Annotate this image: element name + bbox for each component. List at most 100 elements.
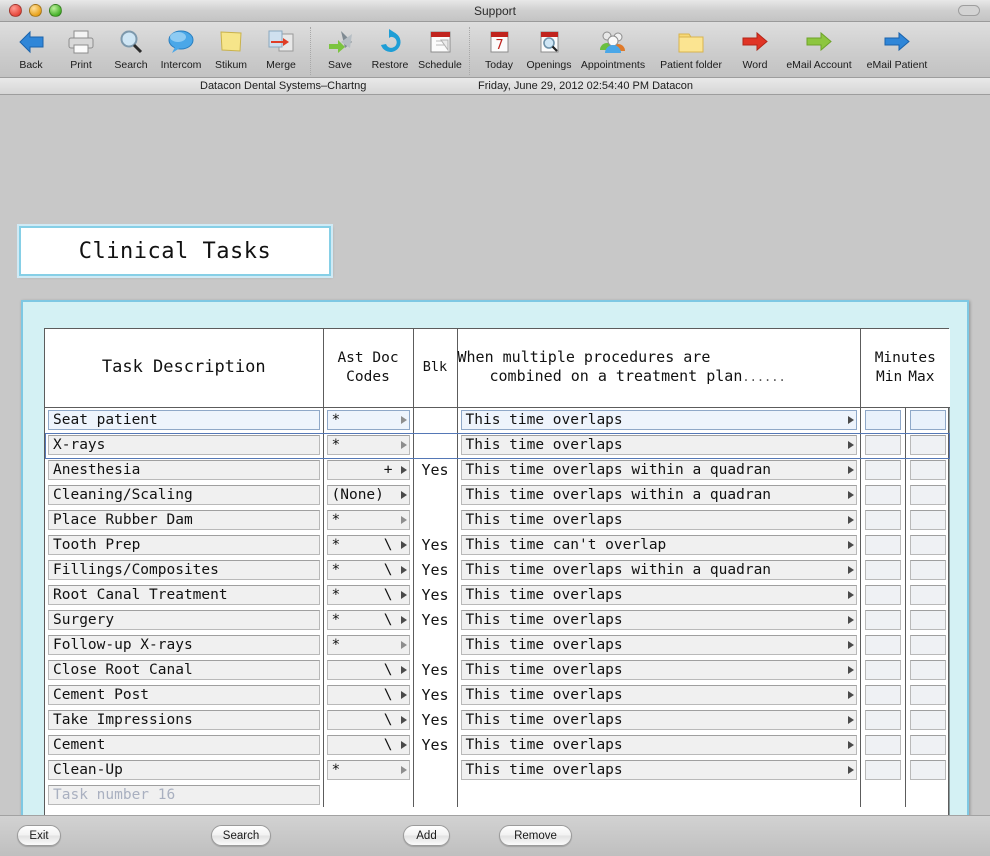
- new-task-row[interactable]: Task number 16: [45, 782, 950, 807]
- minutes-max-input[interactable]: [910, 610, 947, 630]
- ast-doc-codes-select[interactable]: \: [327, 735, 410, 755]
- minutes-max-input[interactable]: [910, 410, 947, 430]
- task-description-input[interactable]: Root Canal Treatment: [48, 585, 320, 605]
- ast-doc-codes-select[interactable]: *: [327, 635, 410, 655]
- cell-blk[interactable]: Yes: [413, 557, 457, 582]
- minutes-min-input[interactable]: [865, 635, 901, 655]
- minutes-min-input[interactable]: [865, 560, 901, 580]
- toolbar-toggle-button[interactable]: [958, 5, 980, 16]
- minutes-min-input[interactable]: [865, 485, 901, 505]
- toolbar-button-appointments[interactable]: Appointments: [574, 25, 652, 71]
- ast-doc-codes-select[interactable]: \: [327, 710, 410, 730]
- when-combined-select[interactable]: This time overlaps: [461, 435, 857, 455]
- when-combined-select[interactable]: This time overlaps: [461, 660, 857, 680]
- table-row[interactable]: Surgery*\YesThis time overlaps: [45, 607, 950, 632]
- minutes-min-input[interactable]: [865, 460, 901, 480]
- task-description-input[interactable]: Cement: [48, 735, 320, 755]
- when-combined-select[interactable]: This time overlaps: [461, 585, 857, 605]
- when-combined-select[interactable]: This time overlaps: [461, 635, 857, 655]
- toolbar-button-save[interactable]: Save: [315, 25, 365, 71]
- cell-blk[interactable]: [413, 432, 457, 457]
- minutes-min-input[interactable]: [865, 585, 901, 605]
- ast-doc-codes-select[interactable]: *\: [327, 610, 410, 630]
- toolbar-button-patient-folder[interactable]: Patient folder: [652, 25, 730, 71]
- search-button[interactable]: Search: [211, 825, 271, 846]
- toolbar-button-search[interactable]: Search: [106, 25, 156, 71]
- task-description-input[interactable]: Clean-Up: [48, 760, 320, 780]
- when-combined-select[interactable]: This time overlaps: [461, 710, 857, 730]
- toolbar-button-email-account[interactable]: eMail Account: [780, 25, 858, 71]
- toolbar-button-restore[interactable]: Restore: [365, 25, 415, 71]
- minutes-max-input[interactable]: [910, 510, 947, 530]
- cell-blk[interactable]: Yes: [413, 607, 457, 632]
- minutes-max-input[interactable]: [910, 585, 947, 605]
- exit-button[interactable]: Exit: [17, 825, 61, 846]
- table-row[interactable]: Place Rubber Dam*This time overlaps: [45, 507, 950, 532]
- table-row[interactable]: Close Root Canal \YesThis time overlaps: [45, 657, 950, 682]
- toolbar-button-email-patient[interactable]: eMail Patient: [858, 25, 936, 71]
- minutes-max-input[interactable]: [910, 735, 947, 755]
- toolbar-button-schedule[interactable]: Schedule: [415, 25, 465, 71]
- table-row[interactable]: Tooth Prep*\YesThis time can't overlap: [45, 532, 950, 557]
- table-row[interactable]: Cleaning/Scaling (None) This time overlaps…: [45, 482, 950, 507]
- cell-blk[interactable]: [413, 407, 457, 432]
- cell-blk[interactable]: Yes: [413, 582, 457, 607]
- task-description-input[interactable]: X-rays: [48, 435, 320, 455]
- cell-blk[interactable]: [413, 757, 457, 782]
- ast-doc-codes-select[interactable]: +: [327, 460, 410, 480]
- task-description-input[interactable]: Seat patient: [48, 410, 320, 430]
- table-row[interactable]: Anesthesia+YesThis time overlaps within …: [45, 457, 950, 482]
- minutes-min-input[interactable]: [865, 510, 901, 530]
- minutes-min-input[interactable]: [865, 410, 901, 430]
- toolbar-button-print[interactable]: Print: [56, 25, 106, 71]
- ast-doc-codes-select[interactable]: *\: [327, 585, 410, 605]
- toolbar-button-back[interactable]: Back: [6, 25, 56, 71]
- minutes-min-input[interactable]: [865, 610, 901, 630]
- when-combined-select[interactable]: This time overlaps: [461, 610, 857, 630]
- task-description-input[interactable]: Cleaning/Scaling: [48, 485, 320, 505]
- minutes-min-input[interactable]: [865, 435, 901, 455]
- ast-doc-codes-select[interactable]: *: [327, 410, 410, 430]
- task-description-input[interactable]: Take Impressions: [48, 710, 320, 730]
- when-combined-select[interactable]: This time overlaps: [461, 735, 857, 755]
- minutes-min-input[interactable]: [865, 710, 901, 730]
- minutes-min-input[interactable]: [865, 660, 901, 680]
- table-row[interactable]: Clean-Up*This time overlaps: [45, 757, 950, 782]
- minutes-max-input[interactable]: [910, 535, 947, 555]
- when-combined-select[interactable]: This time overlaps within a quadran: [461, 485, 857, 505]
- task-description-input[interactable]: Follow-up X-rays: [48, 635, 320, 655]
- cell-blk[interactable]: Yes: [413, 732, 457, 757]
- ast-doc-codes-select[interactable]: *: [327, 435, 410, 455]
- ast-doc-codes-select[interactable]: *\: [327, 560, 410, 580]
- new-task-description-input[interactable]: Task number 16: [48, 785, 320, 805]
- minutes-max-input[interactable]: [910, 560, 947, 580]
- minutes-max-input[interactable]: [910, 710, 947, 730]
- task-description-input[interactable]: Close Root Canal: [48, 660, 320, 680]
- ast-doc-codes-select[interactable]: (None): [327, 485, 410, 505]
- table-row[interactable]: Cement Post\YesThis time overlaps: [45, 682, 950, 707]
- task-description-input[interactable]: Anesthesia: [48, 460, 320, 480]
- minutes-max-input[interactable]: [910, 435, 947, 455]
- table-row[interactable]: Follow-up X-rays * This time overlaps: [45, 632, 950, 657]
- task-description-input[interactable]: Cement Post: [48, 685, 320, 705]
- toolbar-button-today[interactable]: 7 Today: [474, 25, 524, 71]
- table-row[interactable]: Take Impressions \YesThis time overlaps: [45, 707, 950, 732]
- minutes-min-input[interactable]: [865, 685, 901, 705]
- ast-doc-codes-select[interactable]: *\: [327, 535, 410, 555]
- cell-blk[interactable]: Yes: [413, 707, 457, 732]
- when-combined-select[interactable]: This time overlaps: [461, 510, 857, 530]
- task-description-input[interactable]: Place Rubber Dam: [48, 510, 320, 530]
- minutes-max-input[interactable]: [910, 760, 947, 780]
- minutes-min-input[interactable]: [865, 535, 901, 555]
- cell-blk[interactable]: [413, 507, 457, 532]
- task-description-input[interactable]: Tooth Prep: [48, 535, 320, 555]
- minutes-min-input[interactable]: [865, 760, 901, 780]
- task-description-input[interactable]: Fillings/Composites: [48, 560, 320, 580]
- minutes-max-input[interactable]: [910, 635, 947, 655]
- table-row[interactable]: Root Canal Treatment *\YesThis time overl…: [45, 582, 950, 607]
- table-row[interactable]: Cement \YesThis time overlaps: [45, 732, 950, 757]
- toolbar-button-merge[interactable]: Merge: [256, 25, 306, 71]
- when-combined-select[interactable]: This time can't overlap: [461, 535, 857, 555]
- ast-doc-codes-select[interactable]: \: [327, 660, 410, 680]
- cell-blk[interactable]: Yes: [413, 657, 457, 682]
